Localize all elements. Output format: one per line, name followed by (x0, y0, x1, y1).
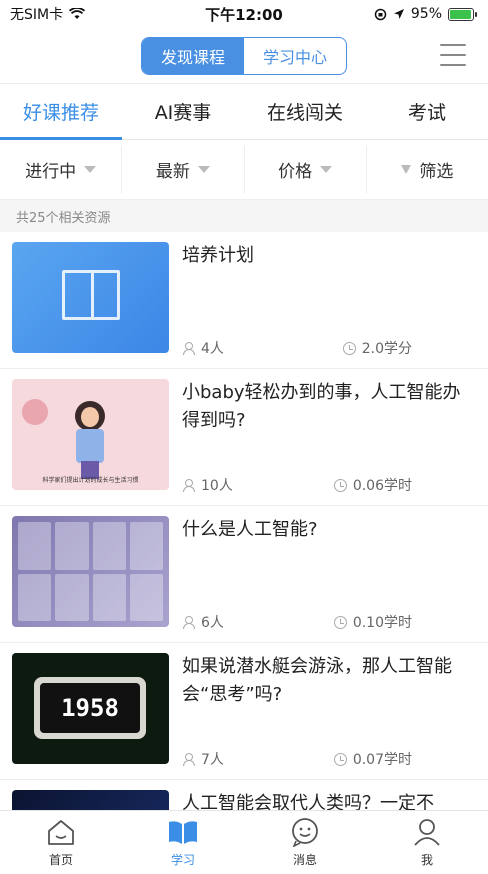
tab-online-challenge[interactable]: 在线闯关 (244, 84, 366, 139)
tab-ai-competition[interactable]: AI赛事 (122, 84, 244, 139)
course-list: 培养计划 4人 2.0学分 科学家们提出计划的成长与生活习惯 小baby轻松办到… (0, 232, 488, 810)
course-title: 小baby轻松办到的事，人工智能办得到吗? (182, 382, 461, 431)
carrier-label: 无SIM卡 (10, 7, 64, 23)
chevron-down-icon (84, 166, 97, 173)
result-count: 共25个相关资源 (0, 200, 488, 232)
list-item[interactable]: 科学家们提出计划的成长与生活习惯 小baby轻松办到的事，人工智能办得到吗? 1… (0, 369, 488, 506)
filter-button[interactable]: 筛选 (367, 146, 488, 194)
segment-control: 发现课程 学习中心 (141, 36, 347, 75)
nav-profile[interactable]: 我 (366, 811, 488, 874)
course-thumbnail (12, 242, 169, 353)
nav-messages[interactable]: 消息 (244, 811, 366, 874)
course-thumbnail (12, 790, 169, 810)
status-time: 下午12:00 (205, 5, 283, 24)
header: 发现课程 学习中心 (0, 28, 488, 84)
home-icon (45, 817, 77, 847)
filter-status-label: 进行中 (25, 162, 77, 182)
filter-price-label: 价格 (278, 162, 313, 182)
tab-recommended[interactable]: 好课推荐 (0, 84, 122, 140)
filter-sort-dropdown[interactable]: 最新 (122, 145, 245, 194)
course-credit: 0.10学时 (352, 615, 412, 631)
clock-icon (333, 615, 347, 629)
course-enrollment: 7人 (201, 752, 224, 768)
course-enrollment: 10人 (201, 478, 233, 494)
list-item[interactable]: 什么是人工智能? 6人 0.10学时 (0, 506, 488, 643)
course-title: 如果说潜水艇会游泳，那人工智能会“思考”吗? (182, 656, 452, 705)
course-credit: 0.06学时 (352, 478, 412, 494)
list-item[interactable]: 人工智能会取代人类吗？一定不 (0, 780, 488, 810)
course-title: 人工智能会取代人类吗？一定不 (182, 793, 434, 810)
battery-fill (450, 9, 471, 19)
course-thumbnail: 科学家们提出计划的成长与生活习惯 (12, 379, 169, 490)
status-right: 95% (374, 6, 477, 22)
person-icon (182, 341, 195, 355)
teddy-bear-illustration (22, 399, 48, 425)
tab-exam[interactable]: 考试 (366, 84, 488, 139)
bottom-nav: 首页 学习 消息 我 (0, 810, 488, 874)
filter-sort-label: 最新 (155, 162, 190, 182)
course-enrollment: 6人 (201, 615, 224, 631)
menu-icon[interactable] (440, 44, 466, 66)
nav-home[interactable]: 首页 (0, 811, 122, 874)
list-item[interactable]: 1958 如果说潜水艇会游泳，那人工智能会“思考”吗? 7人 0.07学时 (0, 643, 488, 780)
funnel-icon (401, 165, 412, 174)
course-credit: 2.0学分 (361, 341, 412, 357)
chevron-down-icon (320, 166, 333, 173)
course-thumbnail (12, 516, 169, 627)
nav-study[interactable]: 学习 (122, 811, 244, 874)
battery-icon (448, 7, 477, 21)
course-title: 什么是人工智能? (182, 519, 318, 540)
location-icon (393, 9, 404, 19)
filter-bar: 进行中 最新 价格 筛选 (0, 140, 488, 200)
chevron-down-icon (197, 166, 210, 173)
course-title: 培养计划 (182, 245, 254, 266)
person-icon (182, 478, 195, 492)
wifi-icon (69, 8, 86, 19)
clock-icon (333, 752, 347, 766)
status-left: 无SIM卡 (10, 4, 86, 24)
thumbnail-caption: 科学家们提出计划的成长与生活习惯 (42, 477, 139, 484)
book-icon (62, 270, 120, 320)
battery-percent: 95% (410, 6, 442, 22)
nav-home-label: 首页 (48, 853, 73, 867)
nav-study-label: 学习 (170, 853, 195, 867)
thumbnail-year-text: 1958 (40, 683, 140, 733)
filter-price-dropdown[interactable]: 价格 (245, 145, 367, 194)
clock-icon (333, 478, 347, 492)
nav-profile-label: 我 (420, 853, 433, 867)
person-icon (182, 615, 195, 629)
course-thumbnail: 1958 (12, 653, 169, 764)
nav-messages-label: 消息 (292, 853, 317, 867)
clock-icon (342, 341, 356, 355)
course-enrollment: 4人 (201, 341, 224, 357)
status-bar: 无SIM卡 下午12:00 95% (0, 0, 488, 28)
course-credit: 0.07学时 (352, 752, 412, 768)
rotation-lock-icon (374, 8, 387, 20)
filter-status-dropdown[interactable]: 进行中 (0, 145, 123, 194)
list-item[interactable]: 培养计划 4人 2.0学分 (0, 232, 488, 369)
segment-learning-center[interactable]: 学习中心 (244, 38, 346, 74)
category-tabs: 好课推荐 AI赛事 在线闯关 考试 (0, 84, 488, 140)
profile-icon (411, 817, 443, 847)
segment-discover-courses[interactable]: 发现课程 (142, 37, 244, 74)
person-icon (182, 752, 195, 766)
book-icon (167, 817, 199, 847)
filter-label: 筛选 (419, 162, 454, 182)
message-icon (289, 817, 321, 847)
